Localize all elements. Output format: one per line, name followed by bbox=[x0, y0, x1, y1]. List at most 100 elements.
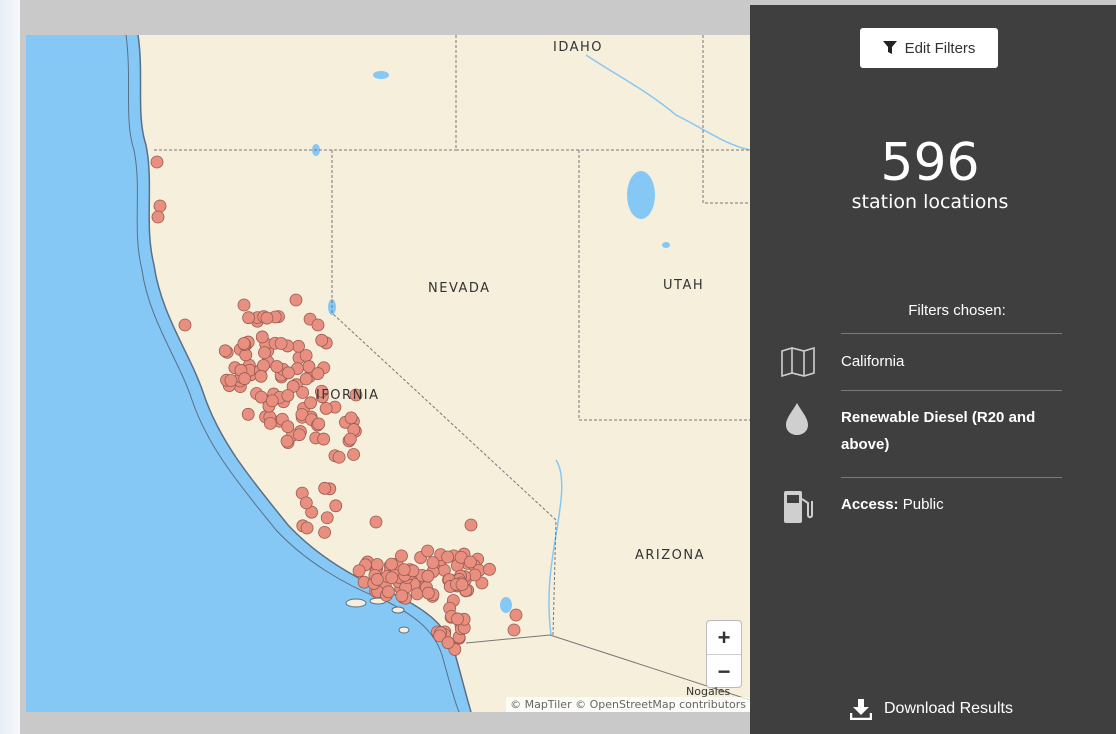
station-marker[interactable] bbox=[464, 518, 478, 532]
station-marker[interactable] bbox=[397, 563, 411, 577]
station-marker[interactable] bbox=[344, 411, 358, 425]
download-results-label: Download Results bbox=[884, 700, 1013, 717]
station-marker[interactable] bbox=[282, 366, 295, 380]
station-marker[interactable] bbox=[237, 298, 251, 312]
station-marker[interactable] bbox=[320, 511, 334, 525]
station-marker[interactable] bbox=[352, 564, 366, 578]
station-marker[interactable] bbox=[178, 318, 192, 332]
station-marker[interactable] bbox=[304, 396, 318, 410]
station-marker[interactable] bbox=[426, 556, 440, 570]
great-salt-lake bbox=[627, 171, 655, 219]
station-marker[interactable] bbox=[299, 496, 313, 510]
results-panel: Edit Filters 596 station locations Filte… bbox=[750, 5, 1116, 734]
station-marker[interactable] bbox=[329, 499, 343, 513]
station-marker[interactable] bbox=[441, 636, 455, 650]
station-marker[interactable] bbox=[369, 515, 383, 529]
page-edge bbox=[0, 0, 20, 734]
edit-filters-button[interactable]: Edit Filters bbox=[860, 28, 998, 68]
station-marker[interactable] bbox=[382, 585, 395, 599]
station-marker[interactable] bbox=[237, 337, 251, 350]
station-marker[interactable] bbox=[421, 544, 435, 558]
station-marker[interactable] bbox=[317, 432, 331, 446]
station-marker[interactable] bbox=[421, 569, 435, 583]
station-marker[interactable] bbox=[257, 359, 270, 372]
station-marker[interactable] bbox=[153, 199, 167, 213]
station-marker[interactable] bbox=[260, 311, 274, 325]
zoom-out-button[interactable]: − bbox=[707, 654, 741, 688]
station-marker[interactable] bbox=[451, 612, 464, 626]
station-marker[interactable] bbox=[509, 608, 523, 622]
station-marker[interactable] bbox=[292, 428, 306, 442]
station-marker[interactable] bbox=[318, 481, 332, 495]
station-marker[interactable] bbox=[385, 557, 398, 571]
fuel-pump-icon bbox=[784, 491, 813, 523]
station-marker[interactable] bbox=[292, 339, 305, 353]
station-marker[interactable] bbox=[385, 571, 399, 585]
download-icon bbox=[850, 699, 872, 720]
map-top-strip bbox=[20, 0, 750, 35]
map-attribution[interactable]: © MapTiler © OpenStreetMap contributors bbox=[506, 697, 750, 712]
station-marker[interactable] bbox=[254, 369, 268, 383]
snake-river bbox=[585, 54, 750, 151]
zoom-in-button[interactable]: + bbox=[707, 621, 741, 654]
station-marker[interactable] bbox=[255, 330, 269, 344]
lake bbox=[373, 71, 389, 79]
station-marker[interactable] bbox=[241, 407, 255, 421]
station-marker[interactable] bbox=[224, 374, 238, 387]
edit-filters-label: Edit Filters bbox=[904, 39, 976, 57]
station-marker[interactable] bbox=[441, 550, 455, 564]
label-nevada: NEVADA bbox=[428, 281, 491, 296]
station-marker[interactable] bbox=[311, 318, 325, 332]
station-marker[interactable] bbox=[274, 337, 288, 350]
station-marker[interactable] bbox=[370, 573, 384, 586]
station-marker[interactable] bbox=[395, 589, 409, 603]
map-bottom-strip bbox=[20, 712, 750, 734]
station-marker[interactable] bbox=[311, 367, 325, 380]
station-marker[interactable] bbox=[238, 372, 252, 386]
station-marker[interactable] bbox=[370, 558, 384, 571]
station-marker[interactable] bbox=[280, 434, 294, 448]
map-canvas bbox=[26, 35, 750, 712]
station-marker[interactable] bbox=[421, 586, 435, 600]
island bbox=[398, 626, 410, 634]
station-marker[interactable] bbox=[289, 293, 303, 307]
station-marker[interactable] bbox=[318, 525, 331, 539]
station-marker[interactable] bbox=[507, 623, 521, 637]
filter-icon bbox=[882, 41, 897, 54]
station-marker[interactable] bbox=[242, 311, 256, 325]
label-california: IFORNIA bbox=[316, 388, 380, 403]
station-marker[interactable] bbox=[151, 210, 165, 224]
border-wy bbox=[702, 35, 750, 204]
station-count: 596 bbox=[880, 133, 980, 193]
station-marker[interactable] bbox=[281, 420, 295, 434]
station-marker[interactable] bbox=[270, 360, 284, 373]
station-marker[interactable] bbox=[319, 402, 333, 415]
label-idaho: IDAHO bbox=[553, 40, 604, 55]
station-marker[interactable] bbox=[263, 416, 277, 430]
station-marker[interactable] bbox=[299, 372, 313, 386]
station-marker[interactable] bbox=[463, 555, 477, 569]
station-marker[interactable] bbox=[315, 333, 329, 347]
salton-sea bbox=[500, 597, 512, 613]
divider bbox=[841, 333, 1062, 334]
station-marker[interactable] bbox=[312, 417, 326, 431]
station-marker[interactable] bbox=[343, 432, 357, 446]
station-marker[interactable] bbox=[483, 562, 496, 576]
filter-fuel-wrap: Renewable Diesel (R20 and above) bbox=[841, 404, 1066, 458]
station-marker[interactable] bbox=[332, 450, 346, 464]
filter-access: Access: Public bbox=[841, 491, 1066, 518]
download-results-button[interactable]: Download Results bbox=[850, 698, 1013, 720]
filters-heading: Filters chosen: bbox=[908, 302, 1006, 319]
station-marker[interactable] bbox=[455, 578, 469, 591]
station-marker[interactable] bbox=[150, 155, 164, 169]
station-marker[interactable] bbox=[347, 448, 361, 461]
station-marker[interactable] bbox=[395, 549, 408, 563]
lake bbox=[662, 242, 670, 248]
station-marker[interactable] bbox=[258, 346, 271, 360]
station-marker[interactable] bbox=[265, 394, 279, 408]
station-marker[interactable] bbox=[281, 389, 295, 402]
station-marker[interactable] bbox=[218, 344, 232, 358]
station-marker[interactable] bbox=[300, 521, 314, 535]
island bbox=[391, 606, 405, 614]
station-map[interactable]: IDAHO NEVADA UTAH IFORNIA ARIZONA + − No… bbox=[26, 35, 750, 712]
